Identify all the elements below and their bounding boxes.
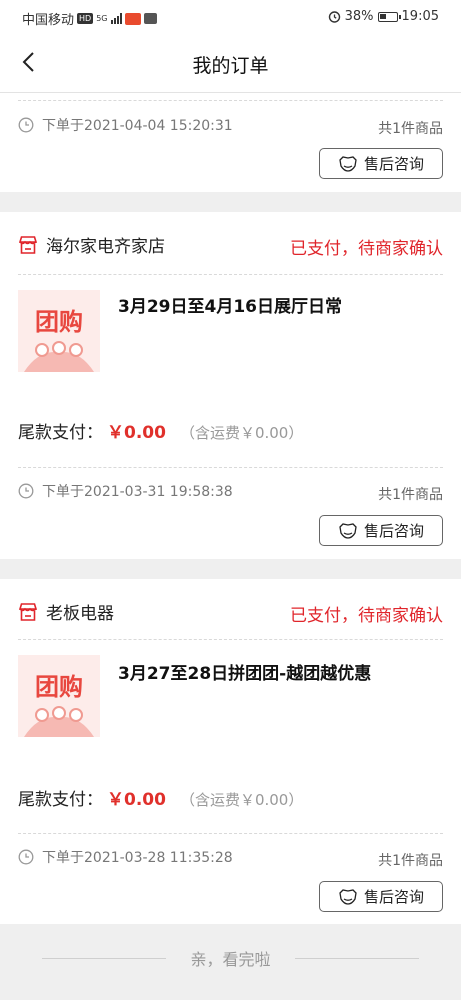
store-row[interactable]: 老板电器	[18, 599, 114, 624]
payment-amount: ￥0.00	[107, 423, 166, 443]
order-card-2[interactable]: 海尔家电齐家店 已支付，待商家确认 团购 3月29日至4月16日展厅日常 尾款支…	[0, 212, 461, 559]
status-right: 38% 19:05	[328, 9, 439, 24]
card-divider	[18, 467, 443, 468]
product-thumbnail[interactable]: 团购	[18, 290, 100, 372]
card-divider	[18, 274, 443, 275]
aftersale-button[interactable]: 售后咨询	[319, 148, 443, 179]
order-status: 已支付，待商家确认	[290, 239, 443, 259]
navigation-bar: 我的订单	[0, 34, 461, 93]
payment-row: 尾款支付： ￥0.00 （含运费￥0.00）	[18, 418, 303, 443]
clock-icon	[18, 117, 34, 133]
order-status: 已支付，待商家确认	[290, 606, 443, 626]
aftersale-label: 售后咨询	[363, 155, 424, 173]
status-left: 中国移动 HD 5G	[22, 9, 157, 28]
network-type: 5G	[96, 14, 108, 23]
store-row[interactable]: 海尔家电齐家店	[18, 232, 165, 257]
footer-divider-right	[295, 958, 419, 959]
store-name: 海尔家电齐家店	[46, 237, 165, 257]
store-icon	[18, 602, 38, 621]
battery-icon	[377, 11, 401, 22]
aftersale-button[interactable]: 售后咨询	[319, 515, 443, 546]
item-count: 共1件商品	[378, 487, 443, 503]
card-divider	[18, 833, 443, 834]
order-time: 下单于2021-04-04 15:20:31	[42, 118, 233, 134]
aftersale-label: 售后咨询	[363, 888, 424, 906]
message-notification-icon	[143, 13, 157, 24]
customer-service-icon	[339, 888, 357, 905]
aftersale-label: 售后咨询	[363, 522, 424, 540]
thumbnail-text: 团购	[35, 308, 83, 336]
page-title: 我的订单	[192, 55, 269, 77]
carrier-name: 中国移动	[22, 13, 75, 28]
order-time-row: 下单于2021-03-28 11:35:28	[18, 847, 233, 867]
hd-badge: HD	[77, 13, 94, 24]
clock-icon	[18, 849, 34, 865]
battery-percent: 38%	[344, 9, 374, 24]
customer-service-icon	[339, 155, 357, 172]
order-time-row: 下单于2021-03-31 19:58:38	[18, 481, 233, 501]
store-name: 老板电器	[46, 604, 114, 624]
signal-icon	[110, 13, 122, 24]
aftersale-button[interactable]: 售后咨询	[319, 881, 443, 912]
product-title[interactable]: 3月29日至4月16日展厅日常	[118, 292, 342, 317]
card-divider	[18, 100, 443, 101]
payment-label: 尾款支付：	[18, 423, 103, 443]
order-time: 下单于2021-03-28 11:35:28	[42, 850, 233, 866]
shipping-note: （含运费￥0.00）	[179, 424, 304, 442]
clock-time: 19:05	[401, 9, 439, 24]
item-count: 共1件商品	[378, 853, 443, 869]
app-notification-icon	[124, 12, 141, 25]
clock-icon	[18, 483, 34, 499]
alarm-icon	[328, 11, 340, 23]
payment-amount: ￥0.00	[107, 790, 166, 810]
payment-row: 尾款支付： ￥0.00 （含运费￥0.00）	[18, 785, 303, 810]
item-count: 共1件商品	[378, 121, 443, 137]
payment-label: 尾款支付：	[18, 790, 103, 810]
shipping-note: （含运费￥0.00）	[179, 791, 304, 809]
order-card-3[interactable]: 老板电器 已支付，待商家确认 团购 3月27至28日拼团团-越团越优惠 尾款支付…	[0, 579, 461, 924]
card-divider	[18, 639, 443, 640]
order-card-1: 下单于2021-04-04 15:20:31 共1件商品 售后咨询	[0, 93, 461, 192]
product-thumbnail[interactable]: 团购	[18, 655, 100, 737]
status-bar: 中国移动 HD 5G 38% 19:05	[0, 0, 461, 34]
product-title[interactable]: 3月27至28日拼团团-越团越优惠	[118, 659, 371, 684]
thumbnail-text: 团购	[35, 673, 83, 701]
order-time: 下单于2021-03-31 19:58:38	[42, 484, 233, 500]
order-time-row: 下单于2021-04-04 15:20:31	[18, 115, 233, 135]
store-icon	[18, 235, 38, 254]
customer-service-icon	[339, 522, 357, 539]
